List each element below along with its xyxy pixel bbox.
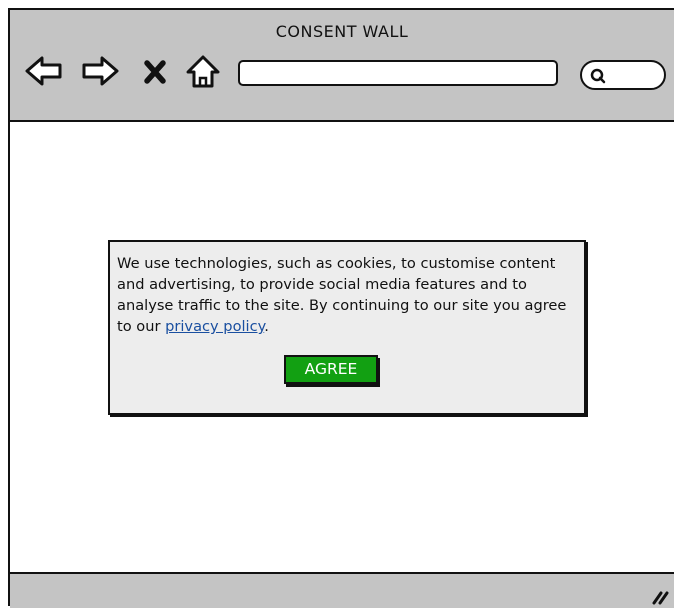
- consent-message-suffix: .: [264, 318, 269, 335]
- window-title: CONSENT WALL: [275, 22, 409, 41]
- consent-message: We use technologies, such as cookies, to…: [117, 253, 579, 337]
- status-bar: [10, 572, 674, 608]
- agree-button[interactable]: AGREE: [284, 355, 378, 384]
- search-icon: [590, 68, 606, 84]
- home-icon[interactable]: [186, 54, 220, 88]
- close-icon[interactable]: [142, 54, 168, 88]
- browser-toolbar: CONSENT WALL: [10, 10, 674, 122]
- resize-grip-icon[interactable]: [650, 586, 672, 606]
- back-arrow-icon[interactable]: [24, 54, 64, 88]
- consent-dialog: We use technologies, such as cookies, to…: [108, 240, 586, 415]
- address-bar[interactable]: [238, 60, 558, 86]
- search-field[interactable]: [580, 60, 666, 90]
- browser-window: CONSENT WALL We use technologies, such a…: [8, 8, 674, 608]
- forward-arrow-icon[interactable]: [80, 54, 120, 88]
- privacy-policy-link[interactable]: privacy policy: [165, 318, 264, 335]
